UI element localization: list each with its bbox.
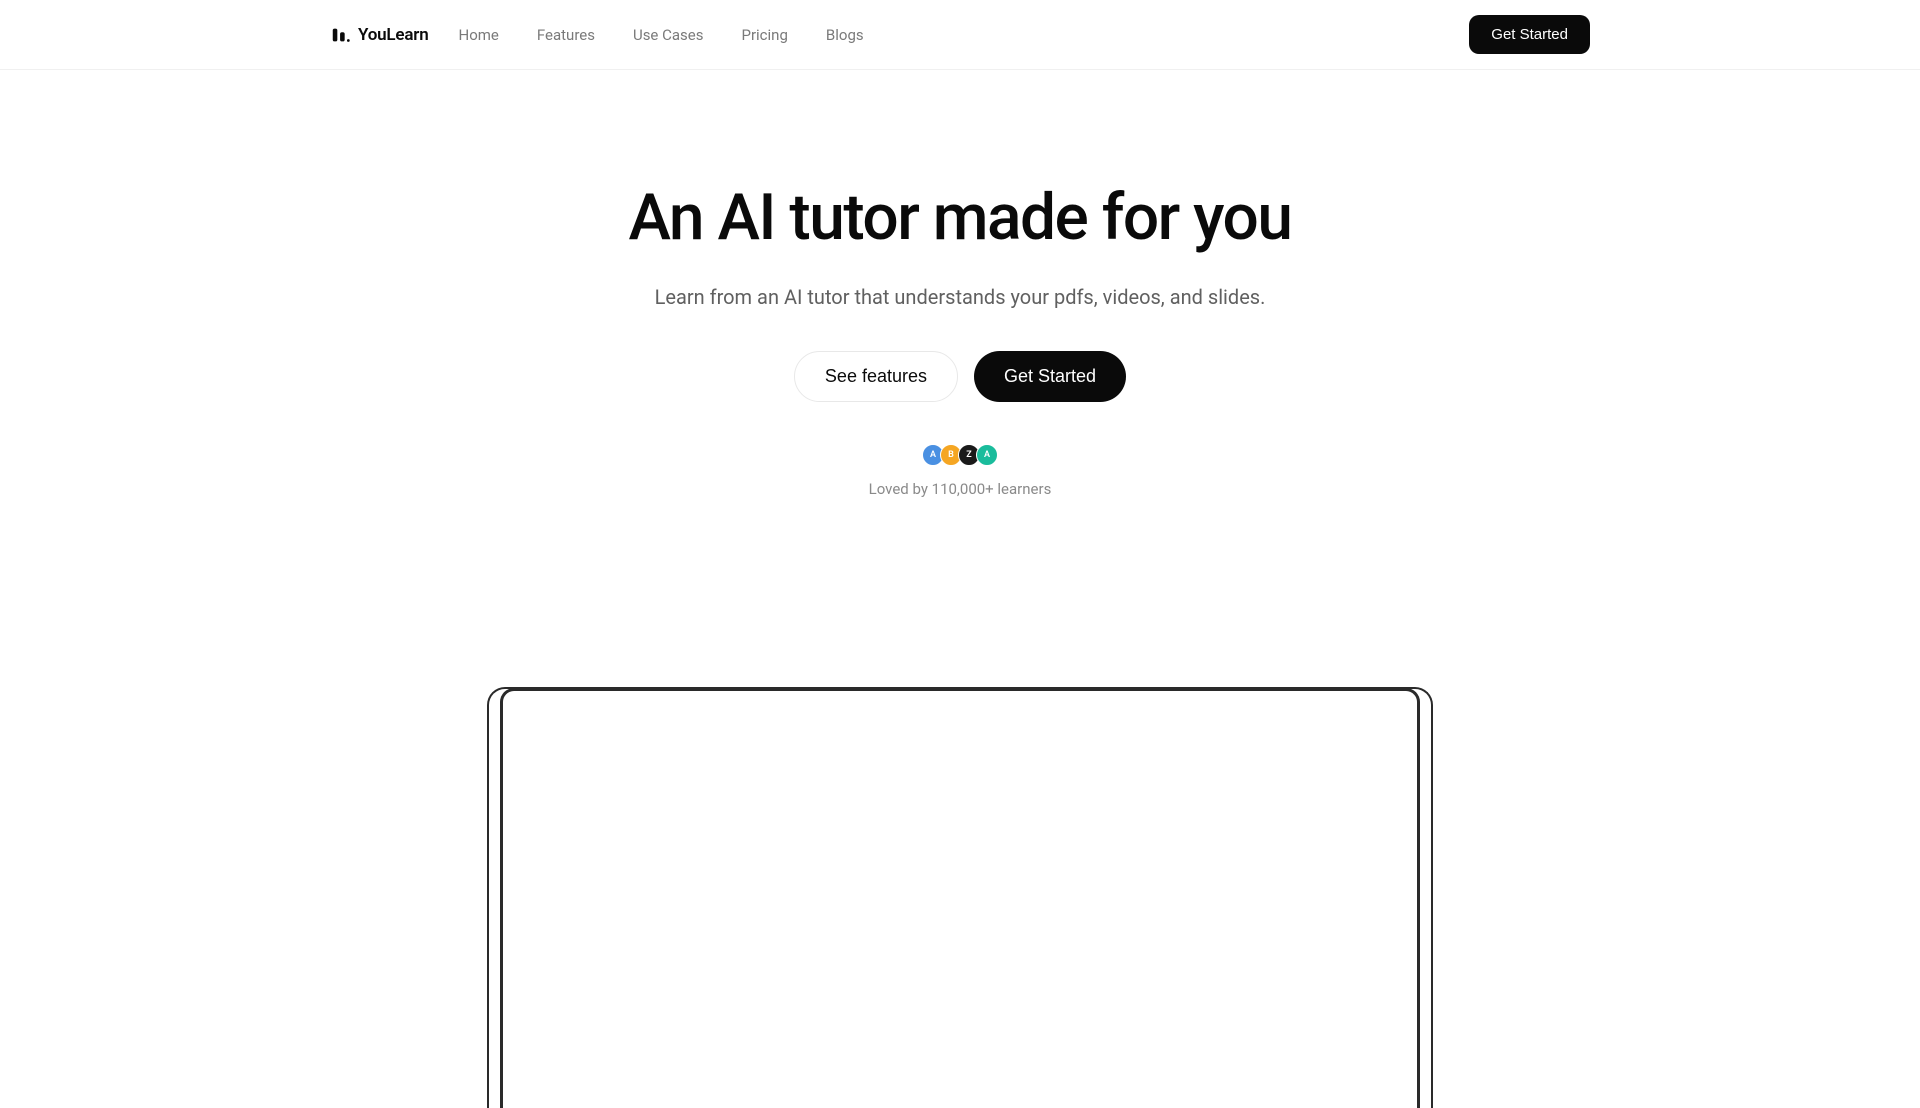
nav-link-home[interactable]: Home bbox=[459, 26, 499, 44]
avatar: A bbox=[976, 444, 998, 466]
avatar-group: A B Z A bbox=[922, 444, 998, 466]
logo-link[interactable]: YouLearn bbox=[330, 24, 429, 46]
social-proof-text: Loved by 110,000+ learners bbox=[869, 480, 1052, 498]
device-screen bbox=[500, 688, 1420, 1108]
hero-cta-group: See features Get Started bbox=[794, 351, 1126, 402]
logo-text: YouLearn bbox=[358, 25, 429, 45]
social-proof: A B Z A Loved by 110,000+ learners bbox=[869, 444, 1052, 498]
get-started-button[interactable]: Get Started bbox=[974, 351, 1126, 402]
hero-section: An AI tutor made for you Learn from an A… bbox=[0, 70, 1920, 1108]
hero-title: An AI tutor made for you bbox=[629, 180, 1292, 255]
navbar: YouLearn Home Features Use Cases Pricing… bbox=[0, 0, 1920, 70]
nav-link-features[interactable]: Features bbox=[537, 26, 595, 44]
hero-subtitle: Learn from an AI tutor that understands … bbox=[655, 285, 1266, 309]
see-features-button[interactable]: See features bbox=[794, 351, 958, 402]
nav-link-pricing[interactable]: Pricing bbox=[741, 26, 787, 44]
nav-links: Home Features Use Cases Pricing Blogs bbox=[459, 26, 864, 44]
nav-get-started-button[interactable]: Get Started bbox=[1469, 15, 1590, 54]
nav-link-use-cases[interactable]: Use Cases bbox=[633, 26, 704, 44]
logo-icon bbox=[330, 24, 352, 46]
nav-link-blogs[interactable]: Blogs bbox=[826, 26, 864, 44]
device-mockup bbox=[487, 688, 1433, 1108]
